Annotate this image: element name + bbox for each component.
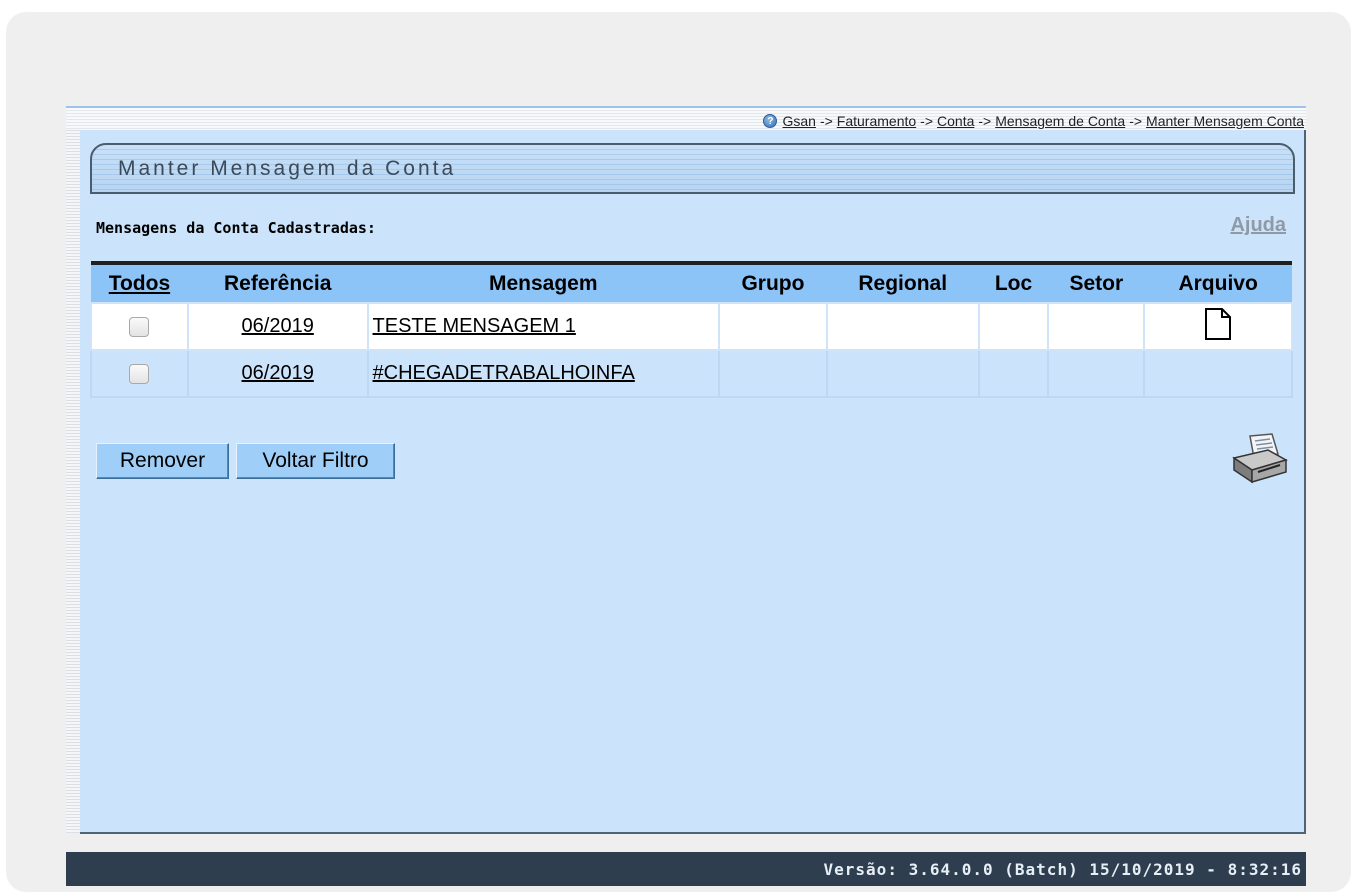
footer-bar: Versão: 3.64.0.0 (Batch) 15/10/2019 - 8:… <box>66 852 1306 886</box>
cell-setor <box>1047 302 1146 351</box>
cell-arquivo <box>1143 349 1293 398</box>
header-regional: Regional <box>826 263 979 303</box>
cell-setor <box>1047 349 1146 398</box>
breadcrumb-separator: -> <box>920 113 934 129</box>
left-decorative-strip <box>66 107 80 833</box>
cell-loc <box>977 302 1050 351</box>
header-loc: Loc <box>978 263 1049 303</box>
header-grupo: Grupo <box>719 263 827 303</box>
cell-regional <box>825 302 980 351</box>
messages-table: Todos Referência Mensagem Grupo Regional… <box>90 261 1293 398</box>
section-label: Mensagens da Conta Cadastradas: <box>96 219 376 237</box>
cell-mensagem: #CHEGADETRABALHOINFA <box>366 349 721 398</box>
breadcrumb-item-manter-mensagem-conta[interactable]: Manter Mensagem Conta <box>1146 113 1304 129</box>
table-row: 06/2019 #CHEGADETRABALHOINFA <box>90 349 1293 398</box>
cell-referencia: 06/2019 <box>186 349 369 398</box>
breadcrumb-separator: -> <box>1129 113 1143 129</box>
breadcrumb-bar: ? Gsan -> Faturamento -> Conta -> Mensag… <box>66 106 1306 130</box>
breadcrumb-separator: -> <box>978 113 992 129</box>
row-checkbox[interactable] <box>129 363 150 384</box>
document-icon[interactable] <box>1204 307 1232 346</box>
table-row: 06/2019 TESTE MENSAGEM 1 <box>90 302 1293 351</box>
cell-checkbox <box>90 302 189 351</box>
referencia-link[interactable]: 06/2019 <box>242 315 314 337</box>
header-todos[interactable]: Todos <box>91 263 188 303</box>
table-header-row: Todos Referência Mensagem Grupo Regional… <box>91 263 1292 303</box>
page-title: Manter Mensagem da Conta <box>118 157 457 180</box>
mensagem-link[interactable]: #CHEGADETRABALHOINFA <box>373 362 635 384</box>
version-text: Versão: 3.64.0.0 (Batch) 15/10/2019 - 8:… <box>823 860 1302 879</box>
cell-referencia: 06/2019 <box>186 302 369 351</box>
back-filter-button[interactable]: Voltar Filtro <box>236 443 395 479</box>
page-title-box: Manter Mensagem da Conta <box>90 143 1295 194</box>
select-all-link[interactable]: Todos <box>109 272 170 295</box>
header-arquivo: Arquivo <box>1144 263 1292 303</box>
breadcrumb-item-mensagem-de-conta[interactable]: Mensagem de Conta <box>995 113 1125 129</box>
breadcrumb-item-gsan[interactable]: Gsan <box>782 113 815 129</box>
breadcrumb-item-faturamento[interactable]: Faturamento <box>837 113 916 129</box>
breadcrumb: ? Gsan -> Faturamento -> Conta -> Mensag… <box>763 113 1304 129</box>
cell-mensagem: TESTE MENSAGEM 1 <box>366 302 721 351</box>
header-referencia: Referência <box>187 263 368 303</box>
help-link[interactable]: Ajuda <box>1230 214 1286 237</box>
remove-button[interactable]: Remover <box>96 443 229 479</box>
breadcrumb-separator: -> <box>819 113 833 129</box>
help-circle-icon[interactable]: ? <box>763 114 778 128</box>
referencia-link[interactable]: 06/2019 <box>242 362 314 384</box>
cell-arquivo <box>1143 302 1293 351</box>
cell-grupo <box>718 349 828 398</box>
printer-icon[interactable] <box>1228 432 1292 493</box>
breadcrumb-item-conta[interactable]: Conta <box>937 113 974 129</box>
cell-regional <box>825 349 980 398</box>
cell-grupo <box>718 302 828 351</box>
cell-checkbox <box>90 349 189 398</box>
header-setor: Setor <box>1048 263 1145 303</box>
row-checkbox[interactable] <box>129 316 150 337</box>
header-mensagem: Mensagem <box>367 263 720 303</box>
cell-loc <box>977 349 1050 398</box>
mensagem-link[interactable]: TESTE MENSAGEM 1 <box>373 315 576 337</box>
